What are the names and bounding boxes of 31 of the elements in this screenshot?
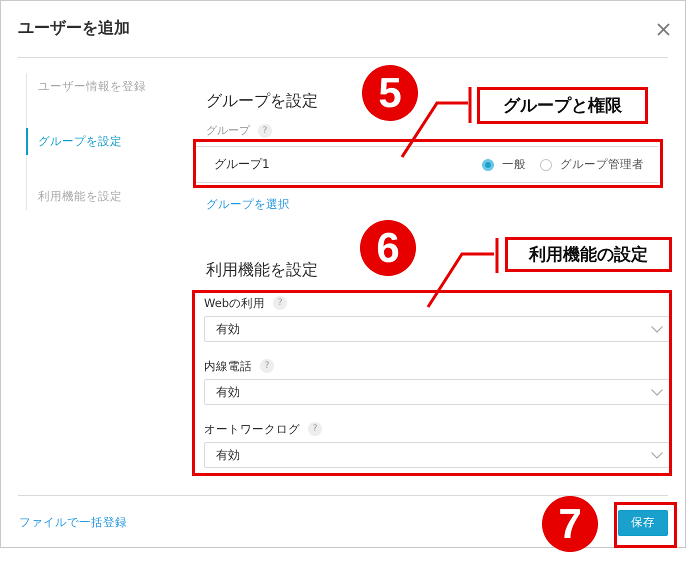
save-button[interactable]: 保存: [618, 510, 668, 536]
dropdown[interactable]: 有効: [204, 379, 670, 405]
highlight-frame: [614, 502, 677, 548]
chevron-down-icon: [651, 388, 663, 396]
help-icon[interactable]: ?: [308, 422, 322, 436]
select-group-link[interactable]: グループを選択: [206, 196, 290, 212]
chevron-down-icon: [651, 452, 663, 458]
dropdown[interactable]: 有効: [204, 316, 670, 342]
callout-label: 利用機能の設定: [505, 237, 672, 272]
step-item[interactable]: 利用機能を設定: [26, 182, 196, 210]
group-name: グループ1: [214, 156, 270, 173]
close-icon[interactable]: [657, 22, 670, 36]
chevron-down-icon: [651, 326, 663, 332]
field-label: 内線電話: [204, 358, 252, 374]
section-heading: 利用機能を設定: [206, 259, 318, 281]
field-label: オートワークログ: [204, 421, 300, 437]
section-heading: グループを設定: [206, 90, 318, 112]
step-item[interactable]: ユーザー情報を登録: [26, 73, 196, 101]
field-label: Webの利用: [204, 295, 266, 311]
help-icon[interactable]: ?: [273, 296, 288, 310]
role-radio[interactable]: 一般: [482, 157, 526, 172]
help-icon[interactable]: ?: [260, 359, 274, 373]
callout-label: グループと権限: [477, 87, 648, 124]
role-radio[interactable]: グループ管理者: [540, 157, 644, 172]
step-item[interactable]: グループを設定: [26, 128, 196, 156]
leader-line: [426, 236, 498, 308]
help-icon[interactable]: ?: [258, 124, 272, 138]
dropdown[interactable]: 有効: [204, 442, 670, 468]
field-label: グループ: [206, 123, 250, 139]
bulk-register-link[interactable]: ファイルで一括登録: [19, 514, 127, 530]
dialog-title: ユーザーを追加: [18, 18, 130, 38]
